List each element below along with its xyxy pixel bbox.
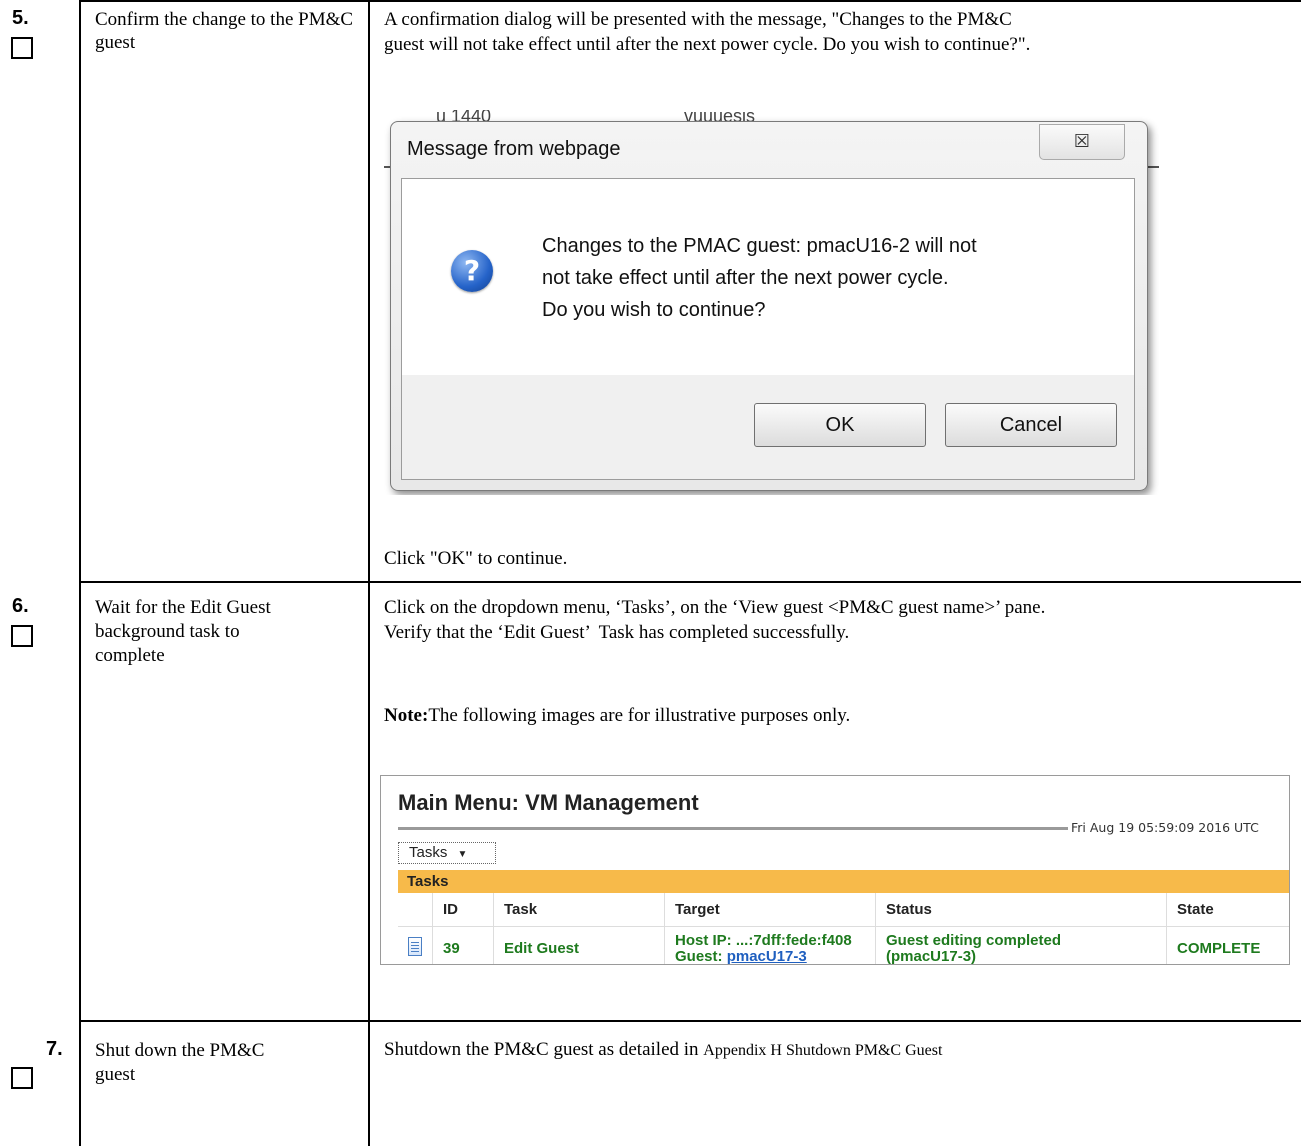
step-checkbox[interactable] [11,625,33,647]
tasks-panel-screenshot: Main Menu: VM Management Fri Aug 19 05:5… [380,775,1290,965]
tasks-table: ID Task Target Status State 39 Edit Gues… [398,893,1289,965]
step-title-line-1: Shut down the PM&C [95,1040,265,1061]
step-title-line-3: complete [95,645,165,666]
task-name: Edit Guest [493,926,665,964]
step-body-line-2: Verify that the ‘Edit Guest’ Task has co… [384,622,850,643]
column-header: Target [664,893,876,927]
chevron-down-icon: ▼ [457,849,468,860]
target-guest-label: Guest: [675,947,727,965]
column-header: State [1166,893,1289,927]
column-header: Status [875,893,1167,927]
step-number: 6. [12,595,29,617]
step-intro-line-2: guest will not take effect until after t… [384,34,1031,55]
column-header: Task [493,893,665,927]
tasks-bar-title: Tasks [407,873,449,890]
question-icon: ? [451,250,493,292]
close-icon[interactable]: ☒ [1039,124,1125,160]
dialog-message-line-1: Changes to the PMAC guest: pmacU16-2 wil… [542,235,977,257]
table-row[interactable]: 39 Edit Guest Host IP: ...:7dff:fede:f40… [398,926,1289,965]
message-dialog: Message from webpage ☒ ? Changes to the … [390,121,1148,491]
note-label: Note: [384,705,429,726]
column-divider-2 [368,0,370,1146]
icon-column-header [398,893,433,927]
step-number: 7. [46,1038,63,1060]
step-checkbox[interactable] [11,1067,33,1089]
dialog-message-line-3: Do you wish to continue? [542,299,766,321]
step-intro-line-1: A confirmation dialog will be presented … [384,9,1012,30]
row-icon-cell [398,926,433,964]
target-guest: Guest: pmacU17-3 [675,947,875,965]
step-number: 5. [12,7,29,29]
step-checkbox[interactable] [11,37,33,59]
cancel-button[interactable]: Cancel [945,403,1117,447]
column-divider-1 [79,0,81,1146]
table-top-border [79,0,1301,2]
step-title: Confirm the change to the PM&C guest [95,9,354,53]
column-header: ID [432,893,494,927]
step-body-text: Shutdown the PM&C guest as detailed in [384,1039,704,1060]
tasks-dropdown[interactable]: Tasks ▼ [398,842,496,864]
dialog-title: Message from webpage [407,138,621,160]
panel-title: Main Menu: VM Management [398,790,699,815]
row-divider-5-6 [79,581,1301,583]
step-title-line-2: background task to [95,621,240,642]
dialog-body: ? Changes to the PMAC guest: pmacU16-2 w… [401,178,1135,480]
tasks-dropdown-label: Tasks [409,844,448,861]
tasks-bar: Tasks [398,870,1289,893]
step-title-line-1: Wait for the Edit Guest [95,597,271,618]
target-host: Host IP: ...:7dff:fede:f408 [675,931,852,949]
status-line-1: Guest editing completed [886,931,1062,949]
dialog-message-line-2: not take effect until after the next pow… [542,267,949,289]
task-status: Guest editing completed (pmacU17-3) [875,926,1167,965]
step-body-line-1: Click on the dropdown menu, ‘Tasks’, on … [384,597,1046,618]
note-text: The following images are for illustrativ… [428,705,851,726]
table-header-row: ID Task Target Status State [398,893,1289,927]
step-body: Shutdown the PM&C guest as detailed in A… [384,1037,942,1063]
step-title-line-2: guest [95,1064,136,1085]
task-id: 39 [432,926,494,964]
confirmation-dialog-screenshot: u 1440 vuuuesis Message from webpage ☒ ?… [384,110,1159,495]
document-icon[interactable] [408,937,422,956]
status-line-2: (pmacU17-3) [886,947,977,965]
task-target: Host IP: ...:7dff:fede:f408 Guest: pmacU… [664,926,876,965]
title-rule [398,827,1068,830]
row-divider-6-7 [79,1020,1301,1022]
appendix-reference[interactable]: Appendix H Shutdown PM&C Guest [703,1042,942,1059]
guest-link[interactable]: pmacU17-3 [727,948,807,964]
timestamp: Fri Aug 19 05:59:09 2016 UTC [1071,820,1259,835]
note: Note:The following images are for illust… [384,703,850,728]
step-footer-instruction: Click "OK" to continue. [384,548,568,569]
task-state: COMPLETE [1166,926,1289,964]
ok-button[interactable]: OK [754,403,926,447]
